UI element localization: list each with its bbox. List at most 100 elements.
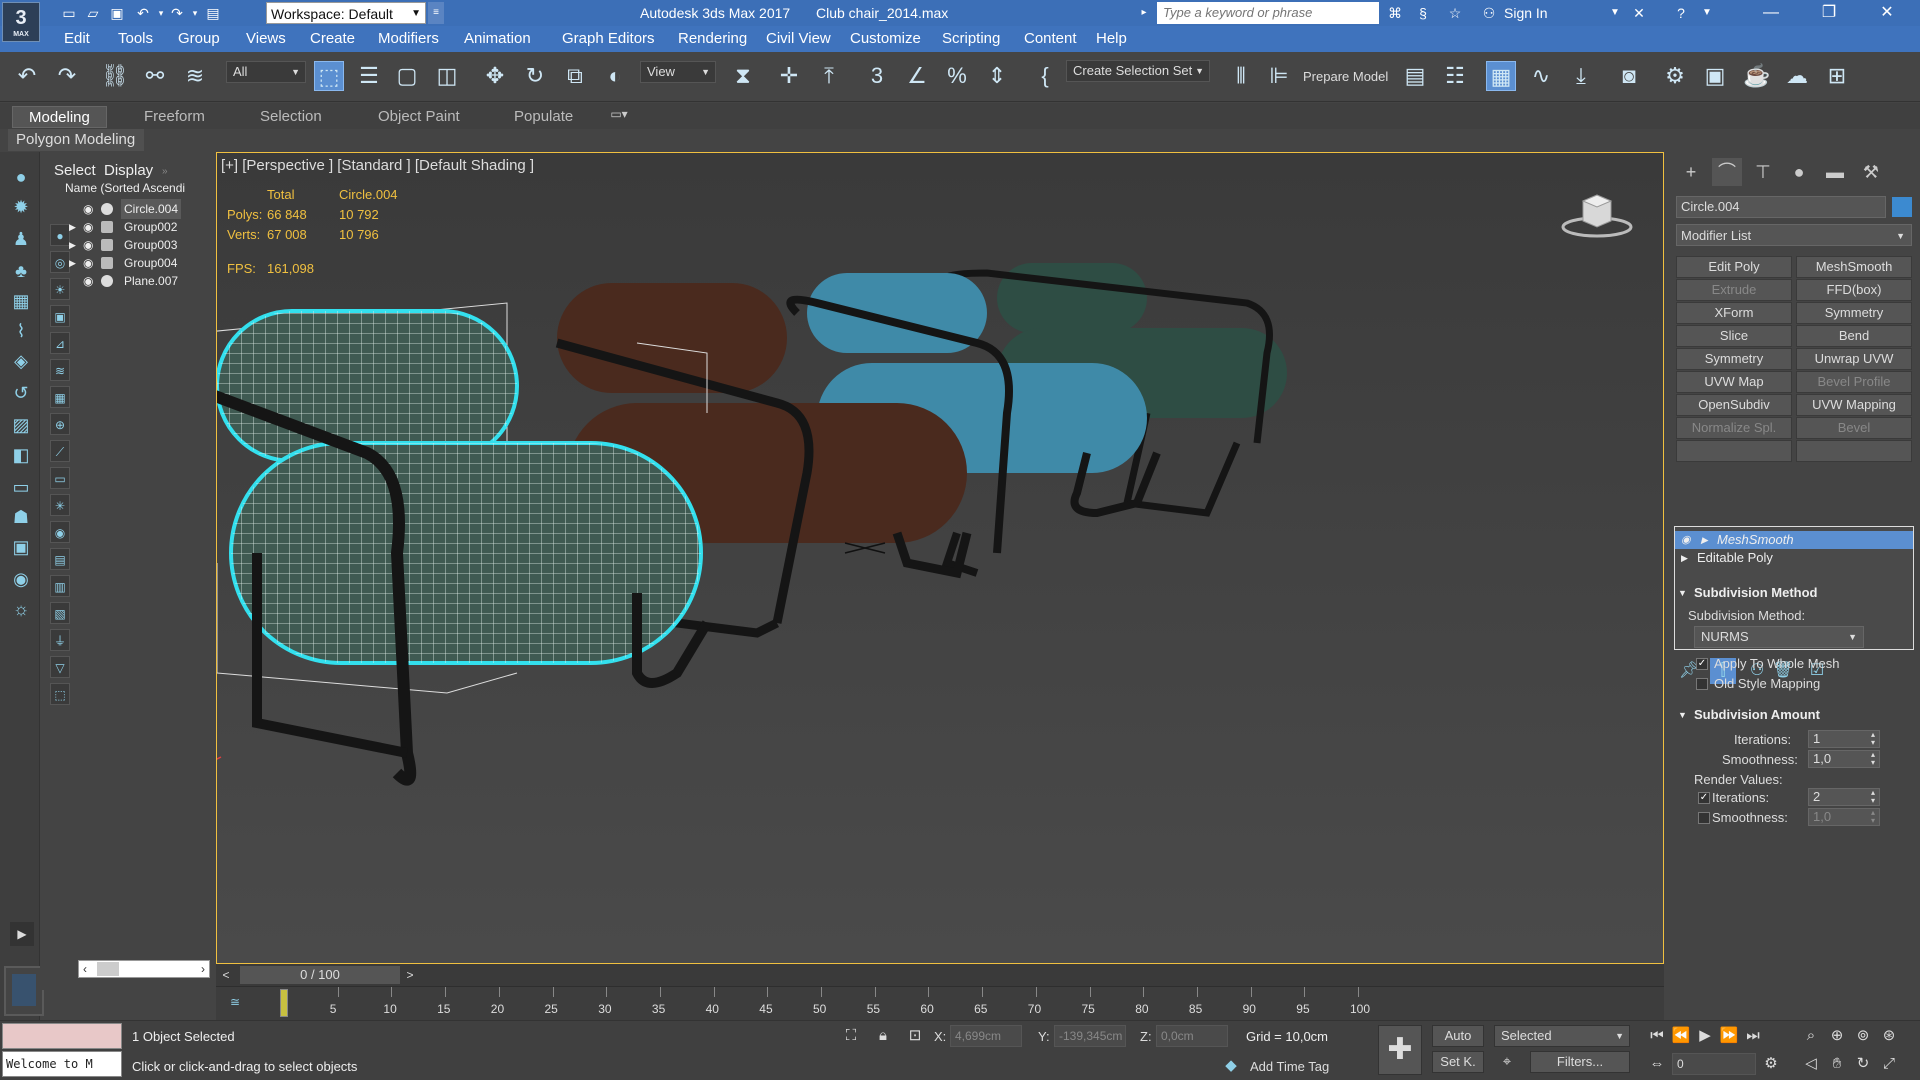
- undo-icon[interactable]: ↶: [12, 61, 42, 91]
- viewport-label-menu[interactable]: [+] [Perspective ] [Standard ] [Default …: [221, 157, 534, 174]
- group-people-icon[interactable]: ☗: [10, 506, 32, 528]
- emitter-icon[interactable]: ◈: [10, 350, 32, 372]
- track-bar[interactable]: ≅ 5 10 15 20 25 30 35 40 45 50 55 60 65 70 75 80 85 90 95 1…: [216, 986, 1664, 1020]
- path-icon[interactable]: ⌇: [10, 320, 32, 342]
- menu-create[interactable]: Create: [310, 26, 355, 52]
- rendered-frame-window-icon[interactable]: ▣: [1700, 61, 1730, 91]
- zoom-extents-all-icon[interactable]: ⊛: [1878, 1025, 1900, 1047]
- menu-views[interactable]: Views: [246, 26, 286, 52]
- ribbon-options-icon[interactable]: ▭▾: [610, 105, 628, 123]
- favorites-star-icon[interactable]: ☆: [1446, 4, 1464, 22]
- expand-triangle-icon[interactable]: ▶: [69, 235, 79, 255]
- geometry-icon[interactable]: [101, 275, 113, 287]
- expand-triangle-icon[interactable]: ▶: [1681, 549, 1688, 567]
- select-manipulate-icon[interactable]: ✛: [774, 61, 804, 91]
- perspective-viewport[interactable]: [+] [Perspective ] [Standard ] [Default …: [216, 152, 1664, 964]
- tab-freeform[interactable]: Freeform: [128, 106, 221, 128]
- z-coordinate-field[interactable]: 0,0cm: [1156, 1025, 1228, 1047]
- display-frozen-icon[interactable]: ▤: [50, 548, 70, 570]
- modifier-button[interactable]: Extrude: [1676, 279, 1792, 301]
- percent-snap-icon[interactable]: %: [942, 61, 972, 91]
- modifier-button[interactable]: UVW Map: [1676, 371, 1792, 393]
- list-item[interactable]: ▶ ◉ Group004: [65, 253, 197, 273]
- modifier-button[interactable]: FFD(box): [1796, 279, 1912, 301]
- utilities-tab-icon[interactable]: ⚒: [1856, 158, 1886, 186]
- scroll-left-icon[interactable]: ‹: [83, 961, 87, 977]
- play-icon[interactable]: ▶: [1694, 1025, 1716, 1047]
- project-folder-icon[interactable]: ▤: [204, 4, 222, 22]
- list-item[interactable]: ◉ Circle.004: [65, 199, 197, 219]
- orbit-icon[interactable]: ↻: [1852, 1053, 1874, 1075]
- menu-civil-view[interactable]: Civil View: [766, 26, 831, 52]
- modifier-button[interactable]: OpenSubdiv: [1676, 394, 1792, 416]
- display-bones-icon[interactable]: ⟋: [50, 440, 70, 462]
- select-by-name-icon[interactable]: ☰: [354, 61, 384, 91]
- maxscript-mini-listener[interactable]: Welcome to M: [2, 1051, 122, 1077]
- modifier-button[interactable]: Symmetry: [1796, 302, 1912, 324]
- align-icon[interactable]: ⊫: [1264, 61, 1294, 91]
- apply-whole-mesh-checkbox[interactable]: ✓: [1696, 658, 1708, 670]
- pivot-center-icon[interactable]: ⧗: [728, 61, 758, 91]
- material-editor-icon[interactable]: ◙: [1614, 61, 1644, 91]
- render-setup-icon[interactable]: ⚙: [1660, 61, 1690, 91]
- exchange-apps-icon[interactable]: ✕: [1630, 4, 1648, 22]
- curve-editor-mini-icon[interactable]: ≅: [226, 993, 244, 1011]
- expand-icon[interactable]: ▶: [10, 922, 34, 946]
- modifier-button[interactable]: UVW Mapping Clear: [1796, 394, 1912, 432]
- pan-view-icon[interactable]: ✋︎: [1826, 1053, 1848, 1075]
- angle-snap-icon[interactable]: ∠: [902, 61, 932, 91]
- modifier-button[interactable]: Normalize Spl.: [1676, 417, 1792, 439]
- display-children-icon[interactable]: ▥: [50, 575, 70, 597]
- menu-rendering[interactable]: Rendering: [678, 26, 747, 52]
- display-helpers-icon[interactable]: ⊿: [50, 332, 70, 354]
- time-slider-thumb[interactable]: 0 / 100: [240, 966, 400, 984]
- object-color-swatch[interactable]: [1892, 197, 1912, 217]
- unlink-selection-icon[interactable]: ⚯: [140, 61, 170, 91]
- sun-icon[interactable]: ✹: [10, 196, 32, 218]
- viewport-layout-thumbnail[interactable]: [4, 966, 44, 1016]
- light-bulb-icon[interactable]: ●: [10, 166, 32, 188]
- y-coordinate-field[interactable]: -139,345cm: [1054, 1025, 1126, 1047]
- menu-edit[interactable]: Edit: [64, 26, 90, 52]
- rectangular-selection-icon[interactable]: ▢: [392, 61, 422, 91]
- render-smoothness-spinner[interactable]: 1,0: [1808, 808, 1880, 826]
- collapse-icon[interactable]: »: [162, 166, 168, 177]
- display-particles-icon[interactable]: ✳: [50, 494, 70, 516]
- next-frame-icon[interactable]: ⏩: [1718, 1025, 1740, 1047]
- schematic-view-icon[interactable]: ⤓: [1566, 61, 1596, 91]
- maximize-button[interactable]: ❐: [1806, 0, 1852, 26]
- previous-frame-icon[interactable]: ⏪: [1670, 1025, 1692, 1047]
- select-object-icon[interactable]: ⬚: [314, 61, 344, 91]
- time-cursor[interactable]: [280, 989, 288, 1017]
- go-to-start-icon[interactable]: ⏮: [1646, 1025, 1668, 1047]
- find-icon[interactable]: ▽: [50, 656, 70, 678]
- sign-in-chevron-icon[interactable]: ▼: [1606, 4, 1624, 22]
- zoom-all-icon[interactable]: ⊕: [1826, 1025, 1848, 1047]
- eye-icon[interactable]: ◉: [83, 235, 93, 255]
- workspace-dropdown[interactable]: Workspace: Default ▼: [266, 2, 426, 24]
- smoothness-spinner[interactable]: 1,0: [1808, 750, 1880, 768]
- open-file-icon[interactable]: ▱: [84, 4, 102, 22]
- display-space-warps-icon[interactable]: ≋: [50, 359, 70, 381]
- render-production-icon[interactable]: ☕: [1742, 61, 1772, 91]
- modifier-button[interactable]: Bend: [1796, 325, 1912, 347]
- tab-populate[interactable]: Populate: [498, 106, 589, 128]
- workspace-menu-icon[interactable]: ≡: [428, 2, 444, 24]
- window-crossing-icon[interactable]: ◫: [432, 61, 462, 91]
- modifier-button[interactable]: Symmetry: [1676, 348, 1792, 370]
- motion-tab-icon[interactable]: ●: [1784, 158, 1814, 186]
- object-name-field[interactable]: [1676, 196, 1886, 218]
- binoculars-icon[interactable]: ⌘: [1386, 4, 1404, 22]
- select-all-icon[interactable]: ⬚: [50, 683, 70, 705]
- sign-in-button[interactable]: Sign In: [1504, 0, 1548, 26]
- bind-space-warp-icon[interactable]: ≋: [180, 61, 210, 91]
- menu-group[interactable]: Group: [178, 26, 220, 52]
- monitor-icon[interactable]: ▣: [10, 536, 32, 558]
- eye-icon[interactable]: ◉: [83, 199, 93, 219]
- menu-graph-editors[interactable]: Graph Editors: [562, 26, 655, 52]
- stack-item-meshsmooth[interactable]: ◉ ▶ MeshSmooth: [1675, 531, 1913, 549]
- display-tab-icon[interactable]: ▬: [1820, 158, 1850, 186]
- modifier-button[interactable]: Bevel Profile: [1796, 371, 1912, 393]
- eye-icon[interactable]: ◉: [1681, 531, 1691, 549]
- time-next-icon[interactable]: >: [402, 966, 418, 984]
